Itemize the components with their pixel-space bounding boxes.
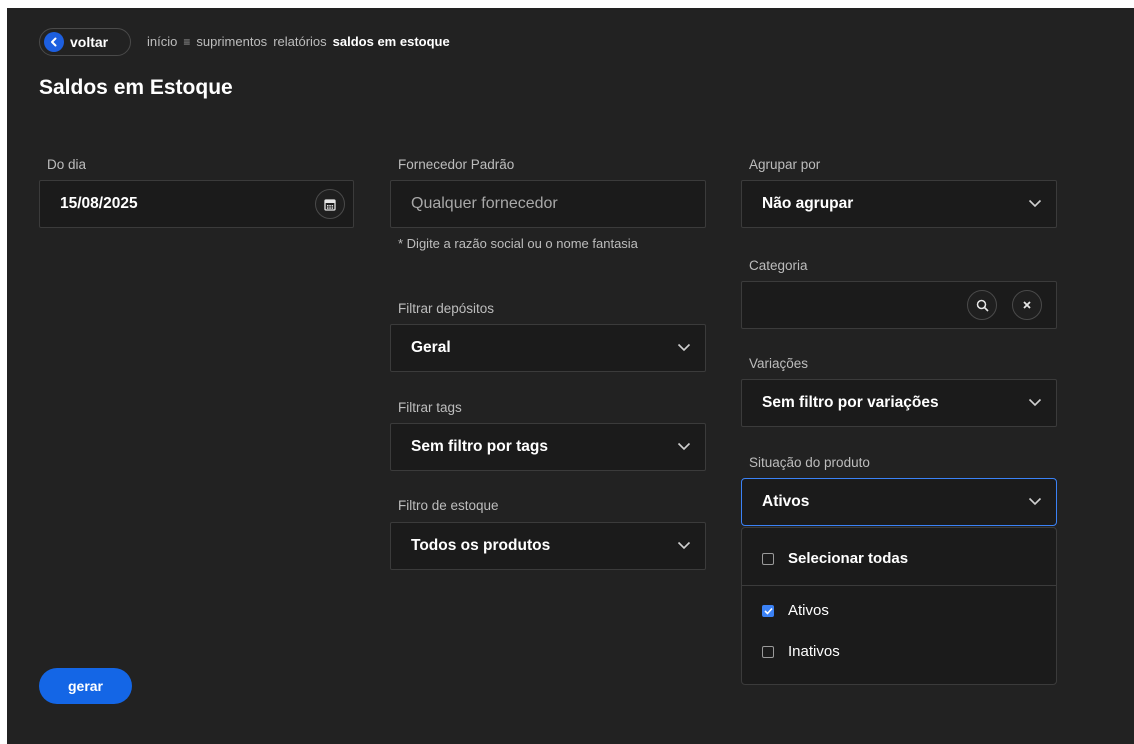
estoque-label: Filtro de estoque xyxy=(398,498,499,513)
breadcrumb-inicio[interactable]: início xyxy=(147,34,177,49)
chevron-down-icon xyxy=(1028,199,1042,208)
tags-label: Filtrar tags xyxy=(398,400,462,415)
app-window: voltar início ≡ suprimentos relatórios s… xyxy=(7,8,1134,744)
tags-select[interactable]: Sem filtro por tags xyxy=(390,423,706,471)
gerar-button[interactable]: gerar xyxy=(39,668,132,704)
breadcrumb-suprimentos[interactable]: suprimentos xyxy=(196,34,267,49)
option-inativos[interactable]: Inativos xyxy=(762,643,840,660)
situacao-dropdown: Selecionar todas Ativos Inativos xyxy=(741,527,1057,685)
chevron-down-icon xyxy=(677,541,691,550)
breadcrumb: início ≡ suprimentos relatórios saldos e… xyxy=(147,34,450,49)
depositos-value: Geral xyxy=(411,339,451,356)
chevron-down-icon xyxy=(677,343,691,352)
situacao-select[interactable]: Ativos xyxy=(741,478,1057,526)
variacoes-value: Sem filtro por variações xyxy=(762,394,939,411)
breadcrumb-current: saldos em estoque xyxy=(332,34,450,49)
depositos-label: Filtrar depósitos xyxy=(398,301,495,316)
depositos-select[interactable]: Geral xyxy=(390,324,706,372)
agrupar-label: Agrupar por xyxy=(749,157,821,172)
option-ativos-label: Ativos xyxy=(788,602,829,619)
chevron-down-icon xyxy=(1028,497,1042,506)
page-title: Saldos em Estoque xyxy=(39,76,233,99)
calendar-icon[interactable] xyxy=(315,189,345,219)
do-dia-field[interactable]: 15/08/2025 xyxy=(39,180,354,228)
fornecedor-input[interactable]: Qualquer fornecedor xyxy=(390,180,706,228)
checkbox-checked-icon[interactable] xyxy=(762,604,774,617)
agrupar-value: Não agrupar xyxy=(762,195,854,212)
fornecedor-hint: * Digite a razão social ou o nome fantas… xyxy=(398,236,638,251)
categoria-label: Categoria xyxy=(749,258,808,273)
breadcrumb-relatorios[interactable]: relatórios xyxy=(273,34,326,49)
checkbox-unchecked-icon[interactable] xyxy=(762,552,774,565)
estoque-select[interactable]: Todos os produtos xyxy=(390,522,706,570)
estoque-value: Todos os produtos xyxy=(411,537,551,554)
close-icon[interactable] xyxy=(1012,290,1042,320)
back-label: voltar xyxy=(70,34,109,50)
categoria-input[interactable] xyxy=(741,281,1057,329)
checkbox-unchecked-icon[interactable] xyxy=(762,645,774,658)
dropdown-divider xyxy=(742,585,1056,586)
option-ativos[interactable]: Ativos xyxy=(762,602,829,619)
search-icon[interactable] xyxy=(967,290,997,320)
situacao-value: Ativos xyxy=(762,493,810,510)
do-dia-value: 15/08/2025 xyxy=(60,195,138,212)
select-all-label: Selecionar todas xyxy=(788,550,909,567)
variacoes-select[interactable]: Sem filtro por variações xyxy=(741,379,1057,427)
select-all-option[interactable]: Selecionar todas xyxy=(762,550,908,567)
option-inativos-label: Inativos xyxy=(788,643,840,660)
fornecedor-placeholder: Qualquer fornecedor xyxy=(411,195,558,212)
fornecedor-label: Fornecedor Padrão xyxy=(398,157,515,172)
variacoes-label: Variações xyxy=(749,356,809,371)
chevron-left-icon xyxy=(44,32,64,52)
chevron-down-icon xyxy=(1028,398,1042,407)
chevron-down-icon xyxy=(677,442,691,451)
situacao-label: Situação do produto xyxy=(749,455,870,470)
do-dia-label: Do dia xyxy=(47,157,87,172)
tags-value: Sem filtro por tags xyxy=(411,438,548,455)
back-button[interactable]: voltar xyxy=(39,28,131,56)
agrupar-select[interactable]: Não agrupar xyxy=(741,180,1057,228)
menu-icon: ≡ xyxy=(183,34,191,49)
